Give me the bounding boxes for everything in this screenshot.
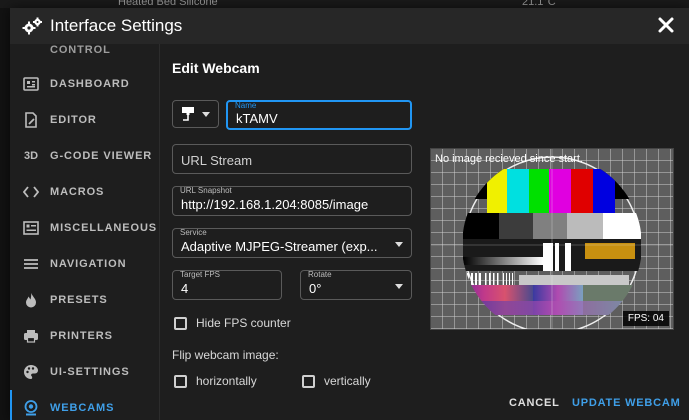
url-snapshot-value: http://192.168.1.204:8085/image	[181, 197, 369, 212]
printer-icon	[22, 327, 40, 345]
settings-sidebar: CONTROL DASHBOARD EDITOR 3D G-CODE VIEWE…	[10, 44, 160, 420]
no-image-message: No image recieved since start.	[435, 153, 583, 165]
sidebar-item-ui-settings[interactable]: UI-SETTINGS	[10, 354, 160, 390]
checkbox-box[interactable]	[302, 374, 315, 388]
sidebar-item-label: MACROS	[50, 186, 105, 198]
chevron-down-icon	[395, 284, 403, 289]
fire-icon	[22, 291, 40, 309]
section-title: Edit Webcam	[172, 60, 260, 76]
sidebar-item-webcams[interactable]: WEBCAMS	[10, 390, 160, 420]
chevron-down-icon	[202, 112, 210, 117]
fps-badge: FPS: 04	[622, 311, 669, 326]
sidebar-item-label: PRINTERS	[50, 330, 113, 342]
dashboard-icon	[22, 75, 40, 93]
name-value: kTAMV	[236, 111, 278, 126]
editor-icon	[22, 111, 40, 129]
chevron-down-icon	[395, 242, 403, 247]
background-sensor-value: 21.1°C	[522, 0, 556, 8]
sidebar-item-editor[interactable]: EDITOR	[10, 102, 160, 138]
rotate-value: 0°	[309, 281, 322, 296]
target-fps-value: 4	[181, 281, 189, 296]
sidebar-item-presets[interactable]: PRESETS	[10, 282, 160, 318]
background-strip: Heated Bed Silicone 21.1°C	[0, 0, 689, 8]
sidebar-item-printers[interactable]: PRINTERS	[10, 318, 160, 354]
close-icon[interactable]	[657, 16, 675, 34]
sidebar-item-label: NAVIGATION	[50, 258, 127, 270]
dialog-title: Interface Settings	[50, 16, 183, 35]
service-label: Service	[180, 228, 207, 237]
sidebar-item-label: WEBCAMS	[50, 402, 115, 414]
sidebar-item-label: G-CODE VIEWER	[50, 150, 153, 162]
flip-label: Flip webcam image:	[172, 348, 279, 362]
sidebar-item-label: CONTROL	[50, 44, 111, 56]
sidebar-item-label: EDITOR	[50, 114, 97, 126]
flip-vertical-checkbox[interactable]: vertically	[302, 374, 371, 388]
control-icon	[22, 44, 40, 59]
name-label: Name	[235, 101, 257, 110]
cancel-button[interactable]: CANCEL	[509, 397, 560, 409]
checkbox-box[interactable]	[174, 374, 187, 388]
code-icon	[22, 183, 40, 201]
sidebar-item-navigation[interactable]: NAVIGATION	[10, 246, 160, 282]
target-fps-field[interactable]: Target FPS 4	[172, 270, 282, 300]
webcam-icon	[22, 399, 40, 417]
sidebar-item-label: DASHBOARD	[50, 78, 130, 90]
dialog-titlebar: Interface Settings	[10, 8, 689, 44]
url-stream-placeholder: URL Stream	[181, 153, 253, 168]
palette-icon	[22, 363, 40, 381]
url-snapshot-field[interactable]: URL Snapshot http://192.168.1.204:8085/i…	[172, 186, 412, 216]
flip-horizontal-label: horizontally	[196, 374, 257, 388]
sidebar-item-label: UI-SETTINGS	[50, 366, 130, 378]
sidebar-item-label: MISCELLANEOUS	[50, 222, 158, 234]
dialog-actions: CANCEL UPDATE WEBCAM	[160, 392, 689, 420]
update-webcam-button[interactable]: UPDATE WEBCAM	[572, 397, 681, 409]
sidebar-item-miscellaneous[interactable]: MISCELLANEOUS	[10, 210, 160, 246]
sidebar-item-control[interactable]: CONTROL	[10, 44, 160, 68]
sidebar-item-macros[interactable]: MACROS	[10, 174, 160, 210]
rotate-label: Rotate	[308, 270, 332, 279]
url-stream-field[interactable]: URL Stream	[172, 144, 412, 174]
hide-fps-checkbox[interactable]: Hide FPS counter	[174, 316, 291, 330]
rotate-select[interactable]: Rotate 0°	[300, 270, 412, 300]
webcam-icon-select[interactable]	[172, 100, 219, 128]
menu-icon	[22, 255, 40, 273]
sidebar-item-dashboard[interactable]: DASHBOARD	[10, 66, 160, 102]
checkbox-box[interactable]	[174, 316, 187, 330]
sidebar-item-label: PRESETS	[50, 294, 108, 306]
name-field[interactable]: Name kTAMV	[226, 100, 412, 130]
cogs-icon	[22, 17, 44, 35]
flip-vertical-label: vertically	[324, 374, 371, 388]
3d-icon: 3D	[23, 150, 39, 162]
miscellaneous-icon	[22, 219, 40, 237]
background-sensor-name: Heated Bed Silicone	[118, 0, 218, 8]
webcam-mount-icon	[181, 106, 195, 127]
flip-horizontal-checkbox[interactable]: horizontally	[174, 374, 257, 388]
webcam-preview: No image recieved since start. FPS: 04	[430, 148, 674, 330]
sidebar-item-gcode-viewer[interactable]: 3D G-CODE VIEWER	[10, 138, 160, 174]
url-snapshot-label: URL Snapshot	[180, 186, 232, 195]
target-fps-label: Target FPS	[180, 270, 221, 279]
interface-settings-dialog: Interface Settings CONTROL DASHBOARD EDI…	[10, 8, 689, 420]
service-value: Adaptive MJPEG-Streamer (exp...	[181, 239, 378, 254]
service-select[interactable]: Service Adaptive MJPEG-Streamer (exp...	[172, 228, 412, 258]
hide-fps-label: Hide FPS counter	[196, 316, 291, 330]
test-pattern-image	[431, 149, 673, 329]
edit-webcam-panel: Edit Webcam Name kTAMV URL Stream URL Sn…	[160, 44, 689, 420]
